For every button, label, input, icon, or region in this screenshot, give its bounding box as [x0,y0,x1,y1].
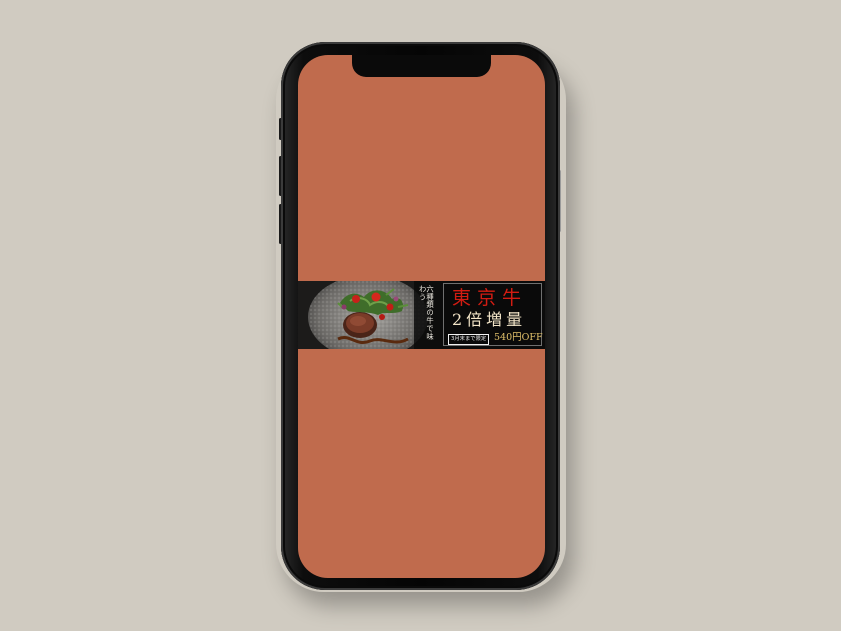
promo-subtitle: 2倍増量 [452,310,527,329]
promo-box: 東京牛 2倍増量 3月末まで限定 540円OFF [443,283,543,346]
limited-badge: 3月末まで限定 [448,334,490,345]
discount-text: 540円OFF [494,332,543,343]
camera-notch [352,55,491,77]
steak-photo: 六種類の牛で味わう [298,281,440,349]
ad-banner[interactable]: 六種類の牛で味わう 東京牛 2倍増量 3月末まで限定 540円OFF [298,281,545,349]
phone-screen: 六種類の牛で味わう 東京牛 2倍増量 3月末まで限定 540円OFF [298,55,545,578]
ad-tagline: 六種類の牛で味わう [418,285,435,341]
promo-title: 東京牛 [452,287,528,309]
